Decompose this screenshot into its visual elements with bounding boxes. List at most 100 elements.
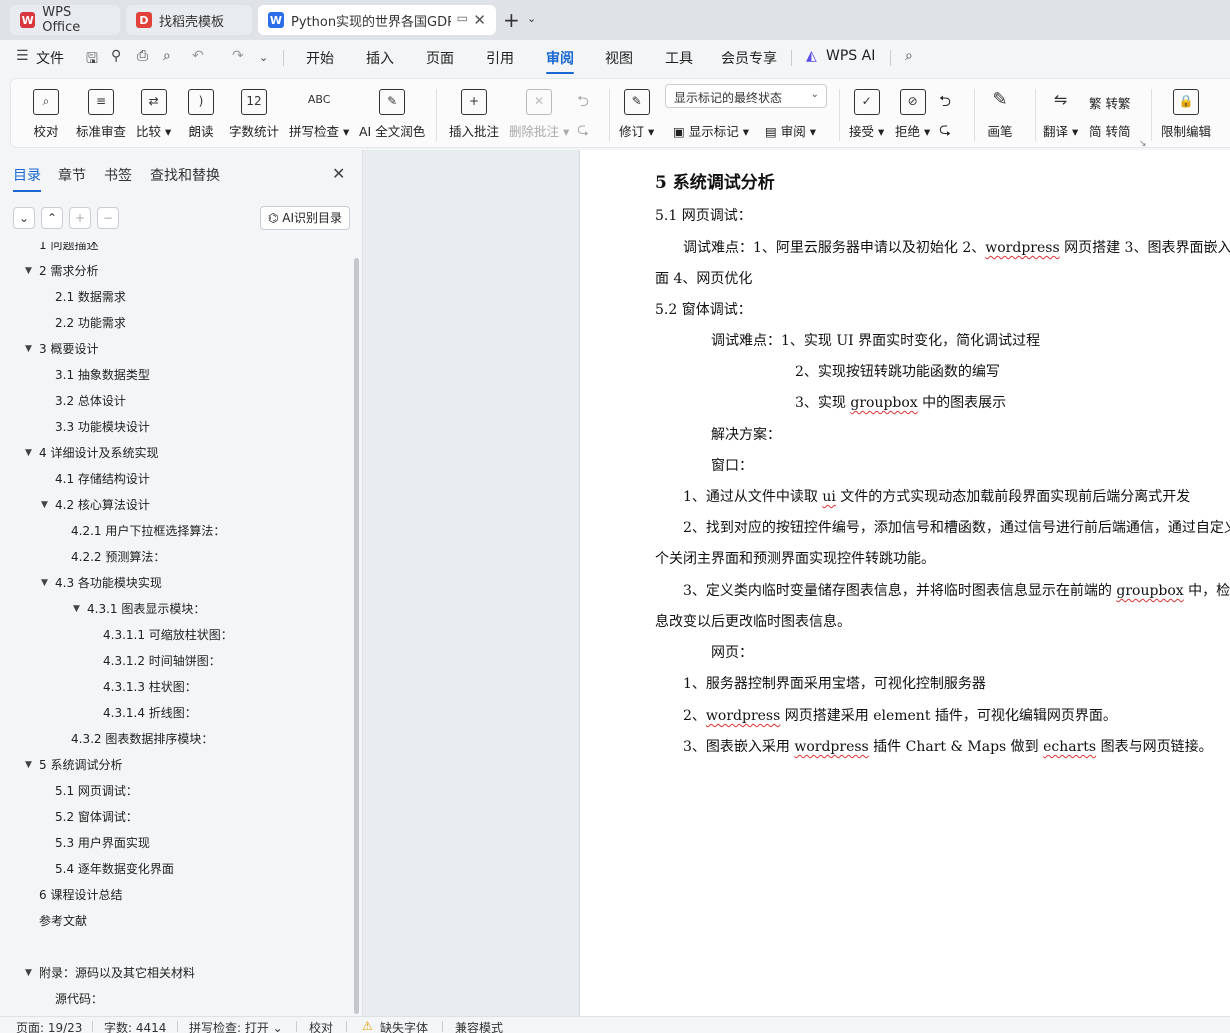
toc-item[interactable]: 2.2 功能需求 (0, 314, 350, 332)
toc-item[interactable]: 2.1 数据需求 (0, 288, 350, 306)
menu-wps-ai[interactable]: WPS AI (826, 48, 875, 64)
toc-item[interactable]: 源代码： (0, 990, 350, 1008)
toc-item[interactable]: 3.1 抽象数据类型 (0, 366, 350, 384)
redo-icon[interactable]: ↷ (232, 48, 244, 64)
toc-item[interactable]: 4.2.1 用户下拉框选择算法： (0, 522, 350, 540)
wps-ai-icon[interactable]: ◭ (806, 48, 817, 64)
delete-comment-button[interactable]: ✕ 删除批注 ▾ (509, 89, 569, 140)
review-pane-button[interactable]: ▤ 审阅 ▾ (765, 121, 816, 140)
menu-member[interactable]: 会员专享 (721, 48, 777, 68)
expand-triangle-icon[interactable]: ▼ (25, 262, 32, 280)
menu-page[interactable]: 页面 (426, 48, 454, 68)
spell-error-word[interactable]: wordpress (706, 708, 780, 724)
tab-template[interactable]: D 找稻壳模板 (126, 5, 252, 35)
toc-item[interactable]: 5.2 窗体调试： (0, 808, 350, 826)
toc-item[interactable]: ▼ 3 概要设计 (0, 340, 350, 358)
undo-icon[interactable]: ↶ (192, 48, 204, 64)
ribbon-expand-icon[interactable]: ↘ (1139, 139, 1147, 149)
close-icon[interactable]: ✕ (473, 11, 486, 29)
remove-heading-button[interactable]: − (97, 207, 119, 229)
menu-reference[interactable]: 引用 (486, 48, 514, 68)
link-icon[interactable]: ⚲ (111, 48, 121, 64)
toc-item[interactable]: ▼ 4.2 核心算法设计 (0, 496, 350, 514)
expand-triangle-icon[interactable]: ▼ (73, 600, 80, 618)
expand-up-button[interactable]: ⌃ (41, 207, 63, 229)
ai-polish-button[interactable]: ✎ AI 全文润色 (359, 89, 425, 140)
pen-button[interactable]: ✎ 画笔 (987, 89, 1013, 140)
show-markup-button[interactable]: ▣ 显示标记 ▾ (673, 121, 749, 140)
tab-find-replace[interactable]: 查找和替换 (150, 165, 220, 185)
expand-triangle-icon[interactable]: ▼ (25, 964, 32, 982)
menu-home[interactable]: 开始 (306, 48, 334, 68)
revise-button[interactable]: ✎ 修订 ▾ (619, 89, 654, 140)
print-icon[interactable]: ⎙ (137, 48, 148, 64)
toc-item[interactable]: 3.2 总体设计 (0, 392, 350, 410)
next-comment-icon[interactable]: ⮎ (577, 119, 589, 144)
expand-triangle-icon[interactable]: ▼ (25, 756, 32, 774)
tab-sections[interactable]: 章节 (58, 165, 86, 185)
proof-status[interactable]: 校对 (309, 1019, 333, 1033)
toc-item[interactable]: ▼ 5 系统调试分析 (0, 756, 350, 774)
toc-item[interactable] (0, 938, 350, 956)
menu-tools[interactable]: 工具 (665, 48, 693, 68)
monitor-icon[interactable]: ▭ (457, 11, 468, 25)
insert-comment-button[interactable]: + 插入批注 (449, 89, 499, 140)
search-icon[interactable]: ⌕ (905, 48, 913, 64)
word-count-button[interactable]: 12 字数统计 (229, 89, 279, 140)
expand-triangle-icon[interactable]: ▼ (25, 444, 32, 462)
add-tab-icon[interactable]: + (503, 8, 520, 32)
prev-change-icon[interactable]: ⮌ (939, 91, 951, 116)
word-count[interactable]: 字数: 4414 (104, 1019, 166, 1033)
toc-item[interactable]: 4.3.2 图表数据排序模块： (0, 730, 350, 748)
print-preview-icon[interactable]: ⌕ (163, 48, 171, 64)
tab-bookmarks[interactable]: 书签 (104, 165, 132, 185)
menu-insert[interactable]: 插入 (366, 48, 394, 68)
toc-item[interactable]: 4.3.1.1 可缩放柱状图： (0, 626, 350, 644)
tab-wps-office[interactable]: W WPS Office (10, 5, 120, 35)
spell-error-word[interactable]: groupbox (850, 395, 917, 411)
toc-item[interactable]: 参考文献 (0, 912, 350, 930)
spell-error-word[interactable]: ui (822, 489, 836, 505)
spell-error-word[interactable]: groupbox (1116, 583, 1183, 599)
next-change-icon[interactable]: ⮎ (939, 119, 951, 144)
ai-toc-button[interactable]: ⌬ AI识别目录 (260, 206, 350, 230)
spell-error-word[interactable]: wordpress (985, 240, 1059, 256)
toc-item[interactable]: ▼ 4 详细设计及系统实现 (0, 444, 350, 462)
chevron-down-icon[interactable]: ⌄ (259, 51, 268, 64)
save-icon[interactable]: 🖫 (86, 48, 98, 72)
markup-state-select[interactable]: 显示标记的最终状态 ⌄ (665, 84, 827, 108)
toc-item[interactable]: 4.2.2 预测算法： (0, 548, 350, 566)
spell-error-word[interactable]: wordpress (794, 739, 868, 755)
menu-review[interactable]: 审阅 (546, 48, 574, 74)
toc-item[interactable]: 4.1 存储结构设计 (0, 470, 350, 488)
hamburger-icon[interactable]: ☰ (16, 48, 29, 64)
restrict-edit-button[interactable]: 🔒 限制编辑 (1161, 89, 1211, 140)
toc-item[interactable]: 5.4 逐年数据变化界面 (0, 860, 350, 878)
menu-file[interactable]: 文件 (36, 48, 64, 68)
toc-item[interactable]: ▼ 附录：源码以及其它相关材料 (0, 964, 350, 982)
read-aloud-button[interactable]: ) 朗读 (188, 89, 214, 140)
close-icon[interactable]: ✕ (332, 164, 345, 183)
accept-button[interactable]: ✓ 接受 ▾ (849, 89, 884, 140)
spell-check-status[interactable]: 拼写检查: 打开 ⌄ (189, 1019, 283, 1033)
tab-toc[interactable]: 目录 (13, 165, 41, 192)
toc-item[interactable]: 4.3.1.2 时间轴饼图： (0, 652, 350, 670)
to-traditional-button[interactable]: 繁 转繁 (1089, 93, 1131, 112)
expand-triangle-icon[interactable]: ▼ (41, 496, 48, 514)
expand-triangle-icon[interactable]: ▼ (25, 340, 32, 358)
expand-triangle-icon[interactable]: ▼ (41, 574, 48, 592)
spell-error-word[interactable]: echarts (1043, 739, 1096, 755)
toc-item[interactable]: ▼ 4.3 各功能模块实现 (0, 574, 350, 592)
scrollbar[interactable] (354, 258, 359, 1014)
toc-item[interactable]: 4.3.1.3 柱状图： (0, 678, 350, 696)
translate-button[interactable]: ⇋ 翻译 ▾ (1043, 89, 1078, 140)
proofread-button[interactable]: ⌕ 校对 (33, 89, 59, 140)
collapse-all-button[interactable]: ⌄ (13, 207, 35, 229)
page-indicator[interactable]: 页面: 19/23 (16, 1019, 82, 1033)
tab-document[interactable]: W Python实现的世界各国GDP和 ▭ ✕ (258, 5, 496, 35)
add-heading-button[interactable]: + (69, 207, 91, 229)
toc-item[interactable]: 5.1 网页调试： (0, 782, 350, 800)
document-page[interactable]: 5 系统调试分析 5.1 网页调试： 调试难点：1、阿里云服务器申请以及初始化 2、… (579, 150, 1230, 1016)
toc-item[interactable]: 3.3 功能模块设计 (0, 418, 350, 436)
menu-view[interactable]: 视图 (605, 48, 633, 68)
